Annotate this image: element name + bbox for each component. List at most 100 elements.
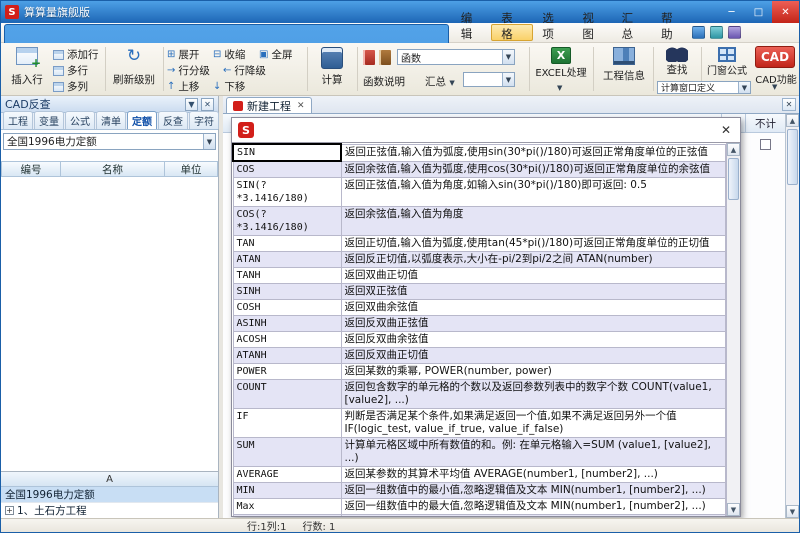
menu-options[interactable]: 选项(D) bbox=[533, 23, 573, 42]
scroll-up-icon[interactable]: ▲ bbox=[786, 114, 799, 127]
function-desc-cell[interactable]: 返回一组数值中的最小值,忽略逻辑值及文本 MIN(number1, [numbe… bbox=[341, 483, 726, 499]
exclude-checkbox[interactable] bbox=[760, 139, 771, 150]
function-desc-cell[interactable]: 返回正弦值,输入值为弧度,使用sin(30*pi()/180)可返回正常角度单位… bbox=[341, 144, 726, 161]
function-row[interactable]: ATAN返回反正切值,以弧度表示,大小在-pi/2到pi/2之间 ATAN(nu… bbox=[233, 252, 726, 268]
summary-combobox[interactable]: ▼ bbox=[463, 72, 515, 87]
function-row[interactable]: MIN返回一组数值中的最小值,忽略逻辑值及文本 MIN(number1, [nu… bbox=[233, 483, 726, 499]
menu-help[interactable]: 帮助(H) bbox=[652, 23, 692, 42]
function-name-cell[interactable]: SINH bbox=[233, 284, 341, 300]
calculate-button[interactable]: 计算 bbox=[311, 45, 353, 89]
col-header-unit[interactable]: 单位 bbox=[165, 161, 218, 177]
function-row[interactable]: COSH返回双曲余弦值 bbox=[233, 300, 726, 316]
function-row[interactable]: COS(?*3.1416/180)返回余弦值,输入值为角度 bbox=[233, 207, 726, 236]
quick-layout-icon[interactable] bbox=[710, 26, 723, 39]
function-desc-cell[interactable]: 返回一个引用的行号 ROW(reference);返回一个引用的列号可以用 CO… bbox=[341, 515, 726, 517]
function-row[interactable]: IF判断是否满足某个条件,如果满足返回一个值,如果不满足返回另外一个值 IF(l… bbox=[233, 409, 726, 438]
tab-quota[interactable]: 定额 bbox=[127, 111, 157, 129]
function-book-icon[interactable] bbox=[363, 50, 375, 65]
chevron-down-icon[interactable]: ▼ bbox=[738, 82, 750, 93]
chevron-down-icon[interactable]: ▼ bbox=[502, 73, 514, 86]
function-row[interactable]: COS返回余弦值,输入值为弧度,使用cos(30*pi()/180)可返回正常角… bbox=[233, 161, 726, 178]
dialog-scrollbar[interactable]: ▲ ▼ bbox=[726, 143, 740, 516]
calc-window-def-combobox[interactable]: 计算窗口定义 ▼ bbox=[657, 81, 751, 94]
function-help-button[interactable]: 函数说明 bbox=[363, 74, 405, 89]
chevron-down-icon[interactable]: ▼ bbox=[203, 134, 215, 149]
function-name-cell[interactable]: SUM bbox=[233, 438, 341, 467]
main-scrollbar[interactable]: ▲ ▼ bbox=[785, 114, 799, 518]
scrollbar-thumb[interactable] bbox=[787, 129, 798, 185]
excel-button[interactable]: X EXCEL处理 bbox=[533, 45, 589, 81]
function-name-cell[interactable]: IF bbox=[233, 409, 341, 438]
cad-dropdown-icon[interactable]: ▼ bbox=[772, 83, 777, 91]
chevron-down-icon[interactable]: ▼ bbox=[502, 50, 514, 64]
menu-edit[interactable]: 编辑(B) bbox=[452, 23, 492, 42]
quick-window-icon[interactable] bbox=[692, 26, 705, 39]
function-desc-cell[interactable]: 返回正弦值,输入值为角度,如输入sin(30*pi()/180)即可返回: 0.… bbox=[341, 178, 726, 207]
close-button[interactable]: ✕ bbox=[772, 1, 799, 23]
function-name-cell[interactable]: ACOSH bbox=[233, 332, 341, 348]
project-info-button[interactable]: 工程信息 bbox=[597, 45, 651, 85]
summary-button[interactable]: 汇总 ▼ bbox=[425, 74, 455, 89]
function-row[interactable]: SINH返回双正弦值 bbox=[233, 284, 726, 300]
tab-new-project[interactable]: 新建工程 ✕ bbox=[226, 97, 312, 113]
function-desc-cell[interactable]: 返回正切值,输入值为弧度,使用tan(45*pi()/180)可返回正常角度单位… bbox=[341, 236, 726, 252]
function-row[interactable]: ASINH返回反双曲正弦值 bbox=[233, 316, 726, 332]
function-row[interactable]: SUM计算单元格区域中所有数值的和。例: 在单元格输入=SUM (value1,… bbox=[233, 438, 726, 467]
menu-table[interactable]: 表格(G) bbox=[491, 24, 533, 41]
scroll-up-icon[interactable]: ▲ bbox=[727, 143, 740, 156]
function-name-cell[interactable]: Max bbox=[233, 499, 341, 515]
fullscreen-button[interactable]: ▣ 全屏 bbox=[259, 47, 292, 62]
tree-item-chapter[interactable]: + 1、土石方工程 bbox=[1, 503, 218, 519]
expand-button[interactable]: ⊞ 展开 bbox=[167, 47, 199, 62]
function-desc-cell[interactable]: 判断是否满足某个条件,如果满足返回一个值,如果不满足返回另外一个值 IF(log… bbox=[341, 409, 726, 438]
function-desc-cell[interactable]: 返回某参数的其算术平均值 AVERAGE(number1, [number2],… bbox=[341, 467, 726, 483]
quick-skin-icon[interactable] bbox=[728, 26, 741, 39]
function-name-cell[interactable]: COS bbox=[233, 161, 341, 178]
function-name-cell[interactable]: SIN(?*3.1416/180) bbox=[233, 178, 341, 207]
col-header-name[interactable]: 名称 bbox=[61, 161, 165, 177]
function-name-cell[interactable]: ROW bbox=[233, 515, 341, 517]
excel-dropdown-icon[interactable]: ▼ bbox=[557, 84, 562, 92]
scroll-down-icon[interactable]: ▼ bbox=[786, 505, 799, 518]
function-row[interactable]: TANH返回双曲正切值 bbox=[233, 268, 726, 284]
function-row[interactable]: Max返回一组数值中的最大值,忽略逻辑值及文本 MIN(number1, [nu… bbox=[233, 499, 726, 515]
row-upgrade-button[interactable]: → 行分级 bbox=[167, 63, 210, 78]
function-name-cell[interactable]: MIN bbox=[233, 483, 341, 499]
function-row[interactable]: SIN(?*3.1416/180)返回正弦值,输入值为角度,如输入sin(30*… bbox=[233, 178, 726, 207]
tab-variable[interactable]: 变量 bbox=[34, 111, 64, 129]
insert-row-button[interactable]: 插入行 bbox=[5, 45, 49, 89]
move-up-button[interactable]: ↑ 上移 bbox=[167, 79, 199, 94]
dialog-close-icon[interactable]: ✕ bbox=[718, 123, 734, 137]
tab-lookup[interactable]: 反查 bbox=[158, 111, 188, 129]
function-combobox[interactable]: 函数 ▼ bbox=[397, 49, 515, 65]
function-name-cell[interactable]: ATAN bbox=[233, 252, 341, 268]
function-row[interactable]: ROW返回一个引用的行号 ROW(reference);返回一个引用的列号可以用… bbox=[233, 515, 726, 517]
function-desc-cell[interactable]: 返回双曲余弦值 bbox=[341, 300, 726, 316]
function-row[interactable]: COUNT返回包含数字的单元格的个数以及返回参数列表中的数字个数 COUNT(v… bbox=[233, 380, 726, 409]
function-desc-cell[interactable]: 返回反双曲正弦值 bbox=[341, 316, 726, 332]
tree-item-library[interactable]: 全国1996电力定额 bbox=[1, 487, 218, 503]
row-downgrade-button[interactable]: ← 行降级 bbox=[223, 63, 266, 78]
multi-col-button[interactable]: 多列 bbox=[53, 79, 88, 94]
function-row[interactable]: TAN返回正切值,输入值为弧度,使用tan(45*pi()/180)可返回正常角… bbox=[233, 236, 726, 252]
function-name-cell[interactable]: ATANH bbox=[233, 348, 341, 364]
summary-book-icon[interactable] bbox=[379, 50, 391, 65]
collapse-button[interactable]: ⊟ 收缩 bbox=[213, 47, 245, 62]
scroll-down-icon[interactable]: ▼ bbox=[727, 503, 740, 516]
expand-plus-icon[interactable]: + bbox=[5, 506, 14, 515]
function-desc-cell[interactable]: 返回反双曲正切值 bbox=[341, 348, 726, 364]
function-name-cell[interactable]: ASINH bbox=[233, 316, 341, 332]
door-window-formula-button[interactable]: 门窗公式 bbox=[703, 45, 751, 79]
pin-icon[interactable]: ▼ bbox=[185, 98, 198, 111]
tab-text[interactable]: 字符 bbox=[189, 111, 219, 129]
minimize-button[interactable]: ─ bbox=[718, 1, 745, 23]
quota-list-area[interactable] bbox=[1, 177, 218, 470]
menu-summary[interactable]: 汇总(Z) bbox=[613, 23, 653, 42]
function-desc-cell[interactable]: 返回余弦值,输入值为角度 bbox=[341, 207, 726, 236]
tab-project[interactable]: 工程 bbox=[3, 111, 33, 129]
tab-formula[interactable]: 公式 bbox=[65, 111, 95, 129]
function-desc-cell[interactable]: 返回某数的乘幂, POWER(number, power) bbox=[341, 364, 726, 380]
function-row[interactable]: SIN返回正弦值,输入值为弧度,使用sin(30*pi()/180)可返回正常角… bbox=[233, 144, 726, 161]
function-row[interactable]: POWER返回某数的乘幂, POWER(number, power) bbox=[233, 364, 726, 380]
function-desc-cell[interactable]: 返回包含数字的单元格的个数以及返回参数列表中的数字个数 COUNT(value1… bbox=[341, 380, 726, 409]
